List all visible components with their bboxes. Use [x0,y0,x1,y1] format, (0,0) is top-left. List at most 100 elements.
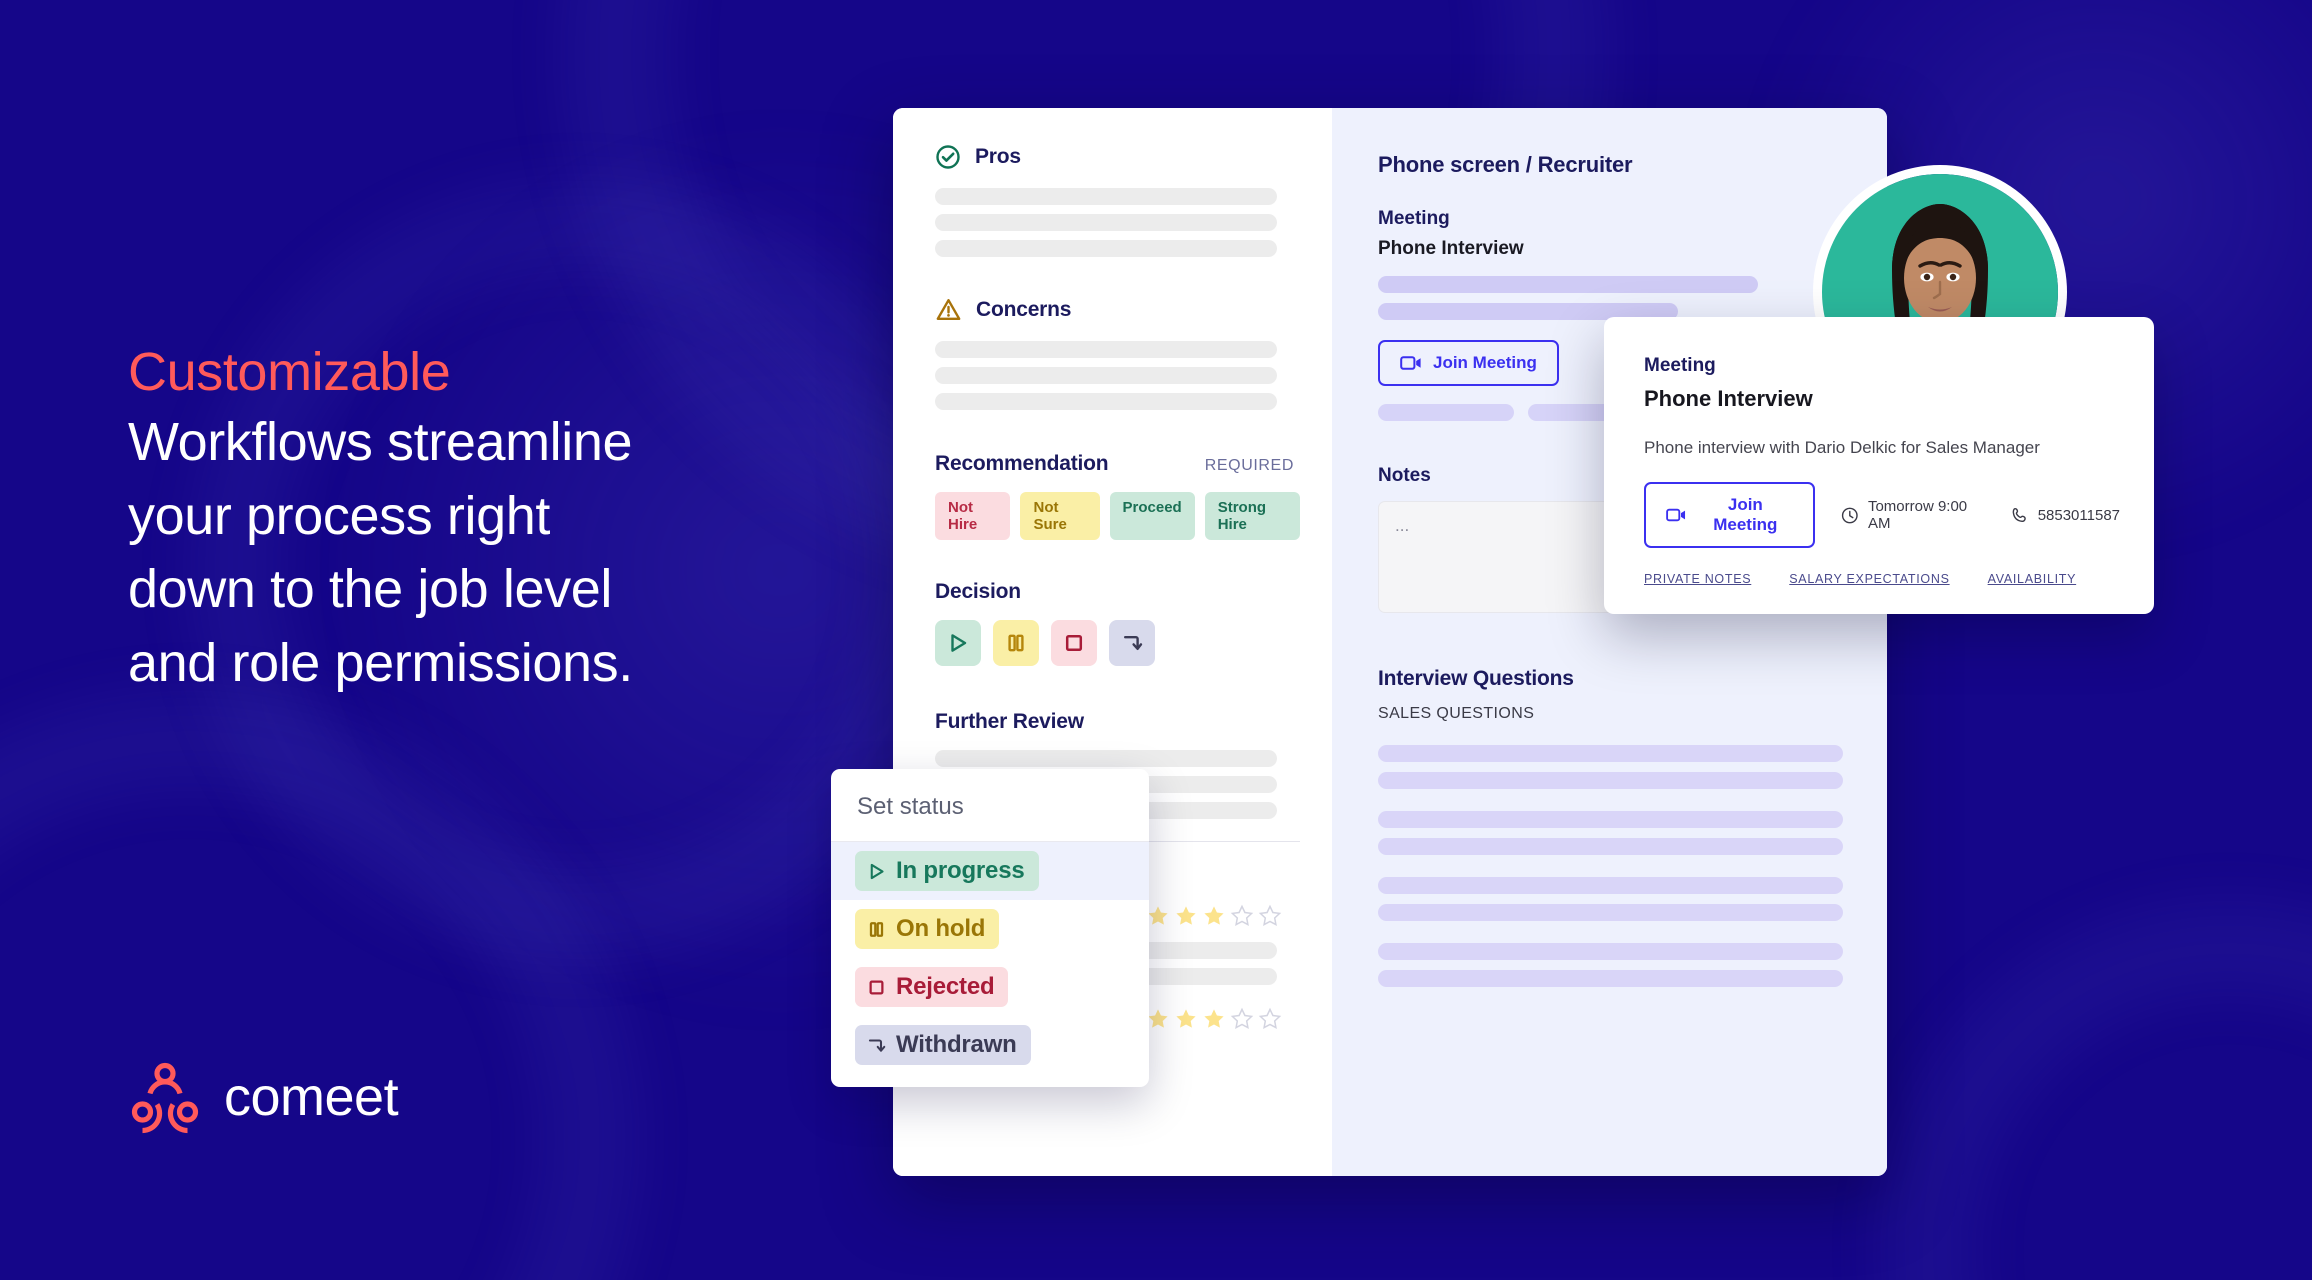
phone-icon [2012,507,2026,522]
star-filled-icon [1204,906,1224,925]
pause-icon [869,921,884,937]
link-private-notes[interactable]: PRIVATE NOTES [1644,572,1751,586]
pros-placeholder-lines [935,188,1300,257]
headline-accent: Customizable [128,342,451,402]
interview-questions-subtitle: SALES QUESTIONS [1378,705,1535,722]
set-status-item-on-hold[interactable]: On hold [831,900,1149,958]
star-filled-icon [1148,1009,1168,1028]
placeholder-bar [935,393,1277,410]
meeting-time-label: Tomorrow 9:00 AM [1867,498,1968,532]
star-filled-icon [1176,906,1196,925]
star-filled-icon [1204,1009,1224,1028]
placeholder-bar [1378,970,1843,987]
comeet-wordmark: comeet [224,1067,399,1127]
concerns-section-header: Concerns [935,297,1300,323]
link-salary-expectations[interactable]: SALARY EXPECTATIONS [1789,572,1949,586]
placeholder-bar [1378,811,1843,828]
question-group [1378,811,1887,855]
placeholder-bar [1378,877,1843,894]
meeting-popup-links: PRIVATE NOTES SALARY EXPECTATIONS AVAILA… [1644,572,2120,586]
concerns-placeholder-lines [935,341,1300,410]
placeholder-bar [1378,276,1758,293]
withdraw-icon [868,1038,886,1052]
decision-in-progress-button[interactable] [935,620,981,666]
status-chip: Withdrawn [855,1025,1031,1065]
placeholder-bar [1378,772,1843,789]
placeholder-bar [935,341,1277,358]
meeting-popup-actions: Join Meeting Tomorrow 9:00 AM 5853011587 [1644,482,2120,548]
stop-icon [1065,634,1083,652]
question-group [1378,745,1887,789]
recommendation-options: Not Hire Not Sure Proceed Strong Hire [935,492,1300,540]
recommendation-option-not-hire[interactable]: Not Hire [935,492,1011,540]
join-meeting-label: Join Meeting [1433,353,1537,372]
check-circle-icon [936,145,960,169]
stage-title: Phone screen / Recruiter [1378,152,1633,177]
popup-join-meeting-button[interactable]: Join Meeting [1644,482,1816,548]
decision-rejected-button[interactable] [1051,620,1097,666]
meeting-name: Phone Interview [1378,238,1524,259]
placeholder-bar [1378,904,1843,921]
link-availability[interactable]: AVAILABILITY [1988,572,2077,586]
question-group [1378,877,1887,921]
withdraw-icon [1124,636,1143,650]
video-camera-icon [1400,356,1421,370]
meeting-placeholder-lines [1378,276,1758,320]
meeting-popup-description: Phone interview with Dario Delkic for Sa… [1644,438,2040,457]
star-empty-icon [1230,1007,1254,1029]
background-swirl [1880,900,2312,1280]
meeting-popup-label: Meeting [1644,355,1716,376]
star-filled-icon [1148,906,1168,925]
clock-icon [1842,507,1859,523]
star-empty-icon [1258,1007,1282,1029]
placeholder-bar [935,240,1277,257]
recommendation-option-proceed[interactable]: Proceed [1109,492,1195,540]
set-status-dropdown: Set status In progress On hold Rejected [831,769,1149,1087]
recommendation-title: Recommendation [935,452,1109,475]
join-meeting-button[interactable]: Join Meeting [1378,340,1559,386]
status-chip: In progress [855,851,1039,891]
placeholder-bar [935,750,1277,767]
placeholder-bar [1378,838,1843,855]
pause-icon [1008,634,1024,652]
warning-triangle-icon [936,299,961,320]
pros-title: Pros [975,145,1021,168]
decision-on-hold-button[interactable] [993,620,1039,666]
meeting-phone: 5853011587 [2010,506,2120,525]
video-camera-icon [1666,508,1686,522]
placeholder-bar [935,188,1277,205]
notes-value: ... [1395,516,1410,535]
placeholder-bar [1378,404,1514,421]
decision-buttons [935,620,1300,666]
set-status-item-in-progress[interactable]: In progress [831,842,1149,900]
further-review-title: Further Review [935,710,1084,733]
concerns-title: Concerns [976,298,1072,321]
stage-pane: Phone screen / Recruiter Meeting Phone I… [1332,108,1887,1176]
set-status-item-rejected[interactable]: Rejected [831,958,1149,1016]
star-empty-icon [1258,904,1282,926]
pros-section-header: Pros [935,144,1300,170]
meeting-label: Meeting [1378,208,1450,229]
meeting-popup-name: Phone Interview [1644,386,1813,411]
recommendation-option-not-sure[interactable]: Not Sure [1020,492,1100,540]
star-filled-icon [1176,1009,1196,1028]
interview-questions-title: Interview Questions [1378,667,1574,690]
set-status-label: In progress [896,857,1025,884]
set-status-item-withdrawn[interactable]: Withdrawn [831,1016,1149,1087]
status-chip: Rejected [855,967,1009,1007]
status-chip: On hold [855,909,1000,949]
recommendation-option-strong-hire[interactable]: Strong Hire [1204,492,1300,540]
popup-join-meeting-label: Join Meeting [1713,495,1778,534]
placeholder-bar [935,214,1277,231]
set-status-label: Rejected [896,973,995,1000]
headline-body: Workflows streamline your process right … [128,412,633,693]
set-status-label: On hold [896,915,986,942]
set-status-label: Withdrawn [896,1031,1017,1058]
decision-withdrawn-button[interactable] [1109,620,1155,666]
star-empty-icon [1230,904,1254,926]
meeting-time: Tomorrow 9:00 AM [1841,498,1983,532]
play-icon [870,863,884,879]
placeholder-bar [935,367,1277,384]
meeting-popup-card: Meeting Phone Interview Phone interview … [1604,317,2154,614]
placeholder-bar [1378,943,1843,960]
